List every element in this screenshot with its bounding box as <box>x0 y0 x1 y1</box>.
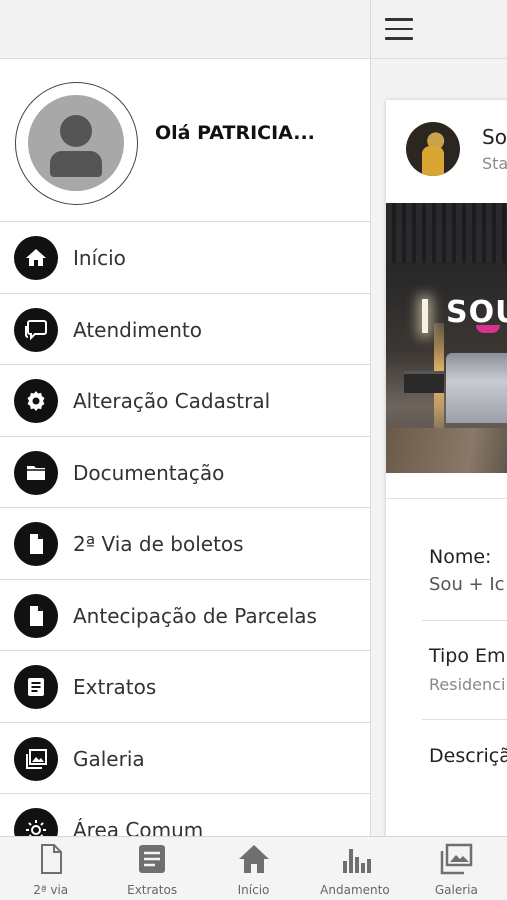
sidebar-item-atendimento[interactable]: Atendimento <box>0 294 370 365</box>
navigation-drawer: Olá PATRICIA... Início Atendimento Alter… <box>0 0 371 836</box>
folder-icon <box>14 450 58 495</box>
nav-item-extratos[interactable]: Extratos <box>101 837 202 900</box>
field-divider <box>422 620 507 621</box>
field-label-name: Nome: <box>429 546 492 568</box>
sidebar-item-label: Alteração Cadastral <box>73 389 271 413</box>
sidebar-item-galeria[interactable]: Galeria <box>0 723 370 794</box>
nav-item-andamento[interactable]: Andamento <box>304 837 405 900</box>
sidebar-item-label: Início <box>73 246 126 270</box>
background-screen: So Sta SOU Nome: Sou + Ic Tipo Em Reside… <box>371 0 507 836</box>
nav-label: Andamento <box>320 883 390 897</box>
user-avatar-icon <box>28 95 124 191</box>
field-label-description: Descriçã <box>429 745 507 767</box>
sidebar-item-label: Documentação <box>73 460 225 485</box>
sidebar-item-segunda-via[interactable]: 2ª Via de boletos <box>0 508 370 580</box>
sidebar-item-label: Extratos <box>73 675 157 699</box>
app-header <box>371 0 507 59</box>
nav-label: 2ª via <box>33 883 69 897</box>
drawer-top-bar <box>0 0 370 59</box>
avatar[interactable] <box>15 82 138 205</box>
card-divider <box>386 498 507 499</box>
nav-label: Início <box>237 883 270 897</box>
home-icon <box>14 236 58 280</box>
project-avatar <box>406 122 460 176</box>
sidebar-item-label: Atendimento <box>73 317 202 342</box>
drawer-menu: Início Atendimento Alteração Cadastral D… <box>0 222 370 836</box>
profile-section: Olá PATRICIA... <box>0 59 370 222</box>
sidebar-item-antecipacao[interactable]: Antecipação de Parcelas <box>0 580 370 651</box>
nav-item-segunda-via[interactable]: 2ª via <box>0 837 101 900</box>
bottom-navigation: 2ª via Extratos Início Andamento Galeria <box>0 836 507 900</box>
field-value-type: Residenci <box>429 675 506 694</box>
sidebar-item-label: Área Comum <box>73 818 204 836</box>
sidebar-item-label: 2ª Via de boletos <box>73 532 244 556</box>
nav-item-inicio[interactable]: Início <box>203 837 304 900</box>
menu-hamburger-icon[interactable] <box>385 18 413 40</box>
gallery-icon <box>14 736 58 781</box>
list-icon <box>14 665 58 709</box>
user-greeting: Olá PATRICIA... <box>155 122 315 144</box>
field-value-name: Sou + Ic <box>429 574 505 595</box>
project-card-title: So <box>482 125 507 149</box>
sidebar-item-label: Antecipação de Parcelas <box>73 603 317 628</box>
home-icon <box>238 845 269 873</box>
document-icon <box>40 844 62 874</box>
bar-chart-icon <box>342 849 371 873</box>
field-divider <box>422 719 507 720</box>
gallery-icon <box>441 843 473 875</box>
sidebar-item-inicio[interactable]: Início <box>0 222 370 294</box>
sidebar-item-area-comum[interactable]: Área Comum <box>0 794 370 836</box>
nav-label: Galeria <box>434 883 478 897</box>
list-icon <box>139 845 166 873</box>
document-icon <box>14 522 58 566</box>
sidebar-item-alteracao-cadastral[interactable]: Alteração Cadastral <box>0 365 370 437</box>
sidebar-item-label: Galeria <box>73 746 145 771</box>
project-card-status: Sta <box>482 154 507 173</box>
sidebar-item-extratos[interactable]: Extratos <box>0 651 370 723</box>
field-label-type: Tipo Em <box>429 645 506 667</box>
document-icon <box>14 593 58 638</box>
project-card[interactable]: So Sta SOU Nome: Sou + Ic Tipo Em Reside… <box>386 100 507 836</box>
sidebar-item-documentacao[interactable]: Documentação <box>0 437 370 508</box>
gear-icon <box>14 379 58 423</box>
nav-label: Extratos <box>127 883 178 897</box>
project-image[interactable]: SOU <box>386 203 507 473</box>
sun-icon <box>14 808 58 836</box>
chat-icon <box>14 307 58 352</box>
nav-item-galeria[interactable]: Galeria <box>406 837 507 900</box>
